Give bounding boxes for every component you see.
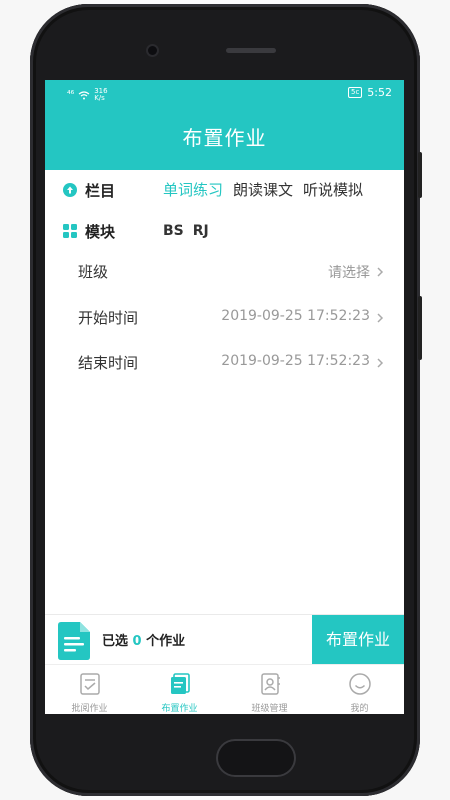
module-label: 模块	[85, 223, 116, 241]
tab-listening-mock[interactable]: 听说模拟	[303, 179, 363, 201]
tabbar-label-mine: 我的	[350, 704, 369, 714]
status-left: ⁴⁶ 316 K/s	[67, 88, 108, 102]
category-label: 栏目	[85, 182, 116, 200]
tab-read-text[interactable]: 朗读课文	[233, 179, 293, 201]
status-right: 5c 5:52	[347, 86, 392, 99]
tabbar-label-assign: 布置作业	[161, 704, 198, 714]
chevron-right-icon	[377, 267, 384, 277]
grid-icon	[63, 224, 77, 238]
class-label: 班级	[78, 263, 109, 281]
tab-word-practice[interactable]: 单词练习	[163, 179, 223, 201]
bottom-tabbar: 批阅作业 布置作业 班级管理 我的	[45, 664, 404, 714]
start-time-label: 开始时间	[78, 309, 139, 327]
chevron-right-icon	[377, 358, 384, 368]
status-bar: ⁴⁶ 316 K/s 5c 5:52	[45, 80, 404, 106]
tabbar-label-review: 批阅作业	[71, 704, 108, 714]
volume-button	[418, 296, 422, 360]
module-row: 模块 BS RJ	[45, 219, 404, 243]
selected-count-text: 已选 0 个作业	[102, 630, 185, 649]
category-tabs: 单词练习 朗读课文 听说模拟	[163, 179, 404, 201]
category-row: 栏目 单词练习 朗读课文 听说模拟	[45, 178, 404, 202]
app-screen: ⁴⁶ 316 K/s 5c 5:52 布置作业 栏目 单词练习 朗读课文 听说模拟	[45, 80, 404, 714]
tabbar-label-class: 班级管理	[251, 704, 288, 714]
end-time-label: 结束时间	[78, 354, 139, 372]
module-options: BS RJ	[163, 220, 218, 242]
tabbar-item-assign[interactable]: 布置作业	[135, 665, 224, 714]
end-time-value: 2019-09-25 17:52:23	[221, 353, 370, 369]
tabbar-item-mine[interactable]: 我的	[315, 665, 404, 714]
selected-suffix: 个作业	[146, 634, 186, 649]
arrow-up-circle-icon	[63, 183, 77, 197]
start-time-row[interactable]: 开始时间 2019-09-25 17:52:23	[45, 303, 404, 333]
earpiece-speaker	[226, 48, 276, 53]
class-select-row[interactable]: 班级 请选择	[45, 257, 404, 287]
end-time-row[interactable]: 结束时间 2019-09-25 17:52:23	[45, 348, 404, 378]
selection-bar: 已选 0 个作业 布置作业	[45, 614, 404, 665]
home-button[interactable]	[216, 739, 296, 777]
document-stack-icon	[171, 673, 190, 694]
selected-count: 0	[132, 634, 142, 649]
module-option-bs[interactable]: BS	[163, 220, 184, 242]
selected-prefix: 已选	[102, 634, 129, 649]
front-camera	[148, 46, 157, 55]
wifi-icon	[78, 90, 90, 99]
class-value: 请选择	[328, 265, 370, 281]
tabbar-item-review[interactable]: 批阅作业	[45, 665, 134, 714]
document-icon	[58, 622, 90, 660]
module-option-rj[interactable]: RJ	[193, 220, 209, 242]
network-speed: 316 K/s	[94, 88, 107, 102]
chevron-right-icon	[377, 313, 384, 323]
page-title: 布置作业	[182, 126, 267, 150]
assign-homework-button[interactable]: 布置作业	[312, 615, 404, 665]
battery-icon: 5c	[347, 87, 363, 98]
signal-icon: ⁴⁶	[67, 90, 75, 100]
smiley-icon	[349, 673, 371, 695]
start-time-value: 2019-09-25 17:52:23	[221, 308, 370, 324]
app-header: 布置作业	[45, 106, 404, 170]
tabbar-item-class[interactable]: 班级管理	[225, 665, 314, 714]
contacts-book-icon	[261, 673, 280, 695]
power-button	[418, 152, 422, 198]
checklist-icon	[80, 673, 100, 695]
network-speed-unit: K/s	[94, 94, 105, 102]
status-time: 5:52	[367, 86, 392, 99]
